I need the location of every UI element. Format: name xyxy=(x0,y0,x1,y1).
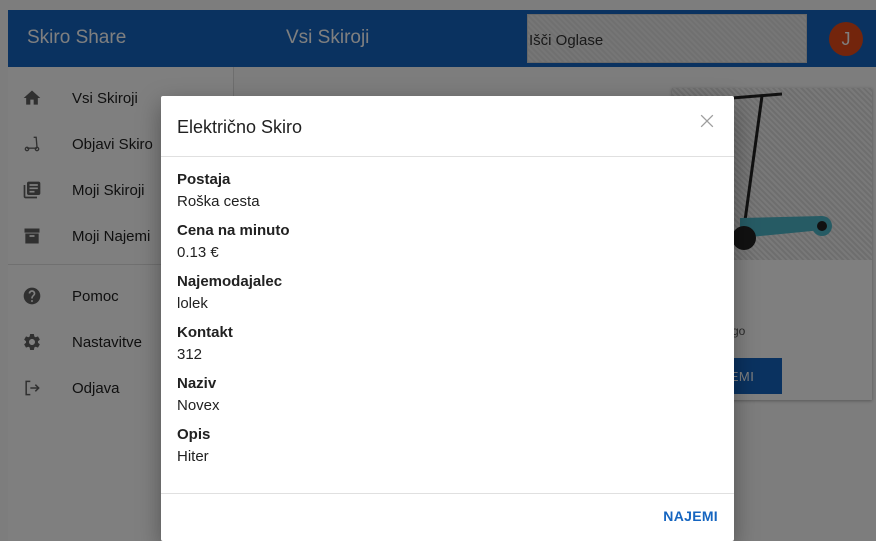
field-kontakt: Kontakt 312 xyxy=(177,323,717,374)
field-cena: Cena na minuto 0.13 € xyxy=(177,221,717,272)
field-najemodajalec: Najemodajalec lolek xyxy=(177,272,717,323)
field-label: Kontakt xyxy=(177,324,233,341)
field-value: Roška cesta xyxy=(177,193,260,210)
field-postaja: Postaja Roška cesta xyxy=(177,170,717,221)
dialog-title: Električno Skiro xyxy=(177,117,303,137)
dialog-header: Električno Skiro xyxy=(161,96,734,157)
field-value: Hiter xyxy=(177,448,209,465)
field-value: Novex xyxy=(177,397,220,414)
close-icon xyxy=(697,114,717,134)
field-value: 0.13 € xyxy=(177,244,219,261)
field-label: Najemodajalec xyxy=(177,273,283,290)
field-label: Postaja xyxy=(177,171,231,188)
field-label: Naziv xyxy=(177,375,217,392)
field-opis: Opis Hiter xyxy=(177,425,717,476)
dialog-body: Postaja Roška cesta Cena na minuto 0.13 … xyxy=(177,170,717,476)
field-naziv: Naziv Novex xyxy=(177,374,717,425)
scooter-detail-dialog: Električno Skiro Postaja Roška cesta Cen… xyxy=(161,96,734,541)
field-label: Cena na minuto xyxy=(177,222,290,239)
field-value: 312 xyxy=(177,346,203,363)
dialog-footer: NAJEMI xyxy=(161,493,734,541)
field-label: Opis xyxy=(177,426,211,443)
field-value: lolek xyxy=(177,295,208,312)
rent-button[interactable]: NAJEMI xyxy=(663,508,718,524)
close-button[interactable] xyxy=(695,110,719,134)
